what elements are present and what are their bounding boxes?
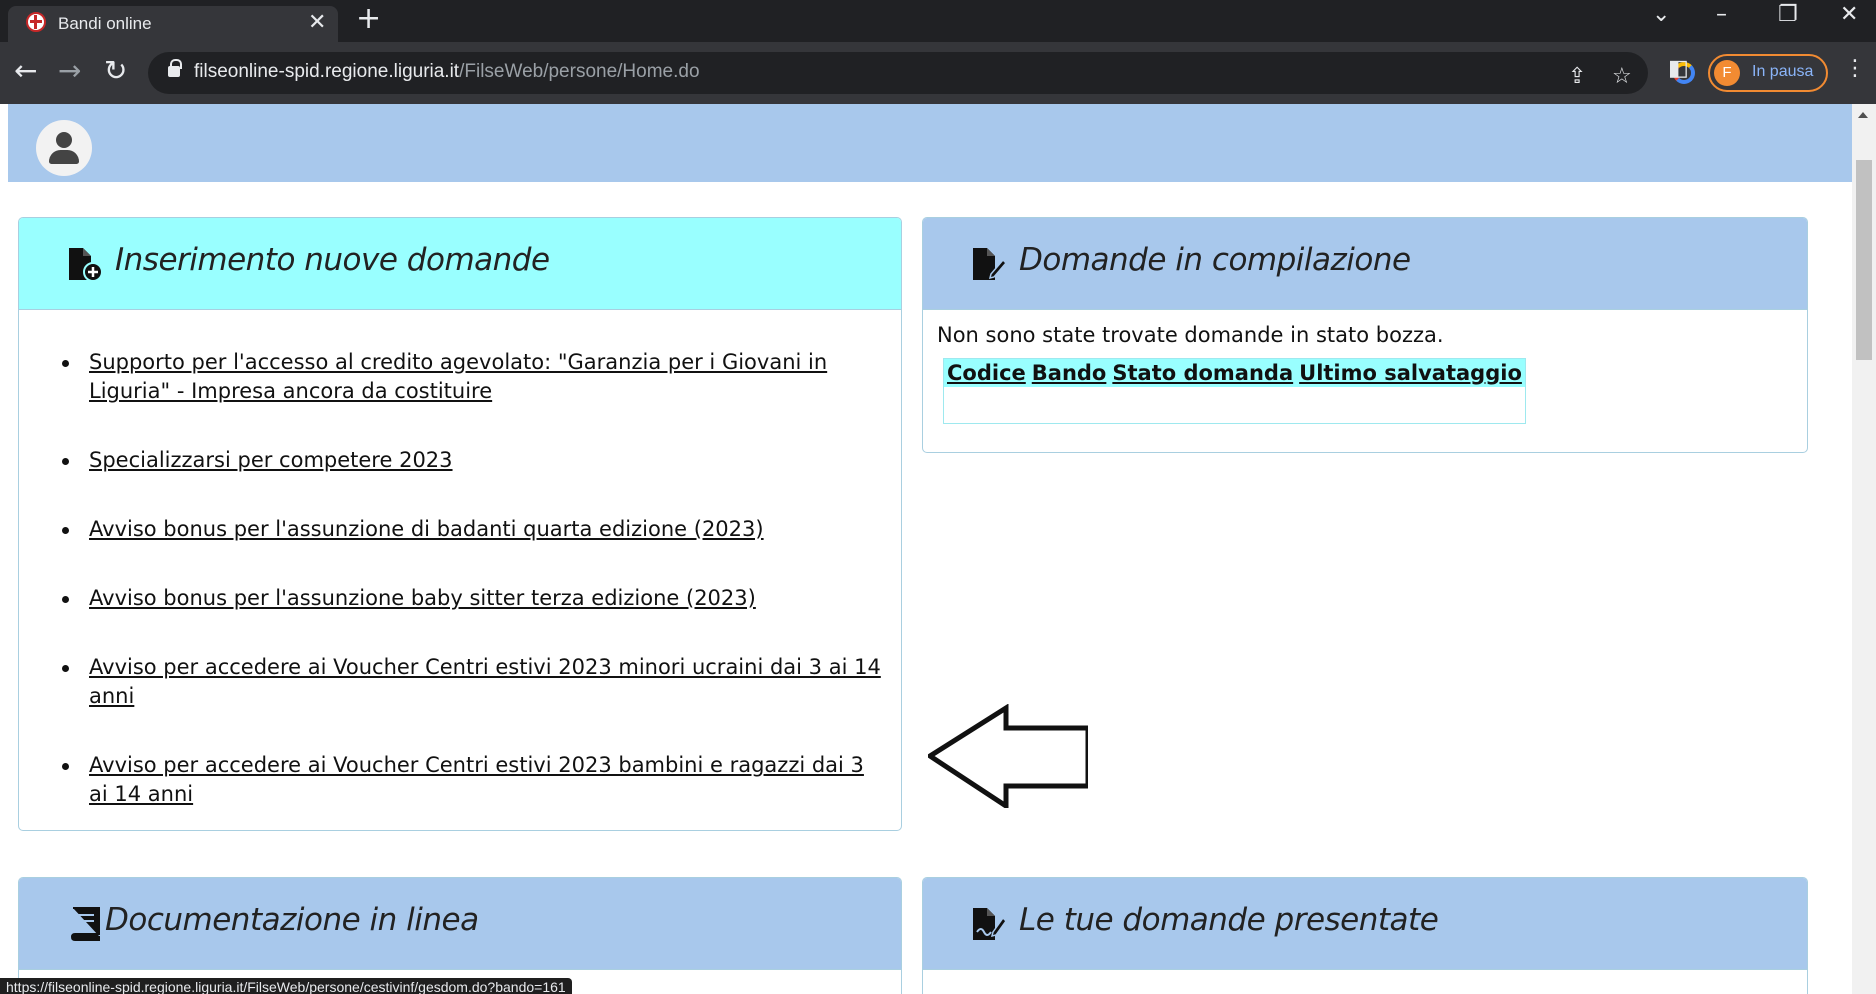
restore-window-icon[interactable]: ❐ <box>1778 2 1798 27</box>
forward-arrow-icon[interactable]: → <box>58 56 81 86</box>
page-header-band <box>8 104 1852 182</box>
application-link[interactable]: Avviso per accedere ai Voucher Centri es… <box>89 655 881 708</box>
column-header-stato-domanda[interactable]: Stato domanda <box>1109 358 1297 387</box>
link-status-bar: https://filseonline-spid.regione.liguria… <box>0 978 572 994</box>
file-edit-icon <box>973 248 1007 280</box>
browser-tab[interactable]: Bandi online ✕ <box>8 6 338 42</box>
drafts-table: Codice Bando Stato domanda Ultimo salvat… <box>943 358 1526 424</box>
in-progress-card: Domande in compilazione Non sono state t… <box>922 217 1808 453</box>
reload-icon[interactable]: ↻ <box>104 56 127 86</box>
browser-toolbar: ← → ↻ filseonline-spid.regione.liguria.i… <box>0 42 1876 104</box>
list-item: Avviso per accedere ai Voucher Centri es… <box>47 653 887 711</box>
scroll-up-icon[interactable] <box>1858 112 1868 118</box>
page-viewport: Inserimento nuove domande Supporto per l… <box>8 104 1852 994</box>
card-title: Documentazione in linea <box>105 902 479 938</box>
application-link[interactable]: Avviso bonus per l'assunzione baby sitte… <box>89 586 756 610</box>
column-header-ultimo-salvataggio[interactable]: Ultimo salvataggio <box>1296 358 1526 387</box>
book-icon <box>70 907 100 941</box>
new-applications-card: Inserimento nuove domande Supporto per l… <box>18 217 902 831</box>
close-window-icon[interactable]: ✕ <box>1840 2 1858 27</box>
submitted-card: Le tue domande presentate <box>922 877 1808 994</box>
side-panel-icon[interactable]: ◧ <box>1668 56 1689 81</box>
page-scrollbar[interactable] <box>1852 104 1876 994</box>
browser-menu-icon[interactable]: ⋮ <box>1844 56 1866 81</box>
url-text[interactable]: filseonline-spid.regione.liguria.it/Fils… <box>194 61 700 83</box>
application-link[interactable]: Avviso per accedere ai Voucher Centri es… <box>89 753 864 806</box>
empty-table-row <box>943 387 1526 423</box>
empty-drafts-message: Non sono state trovate domande in stato … <box>937 323 1444 347</box>
user-avatar-icon[interactable] <box>36 120 92 176</box>
address-bar[interactable]: filseonline-spid.regione.liguria.it/Fils… <box>148 52 1695 94</box>
application-link[interactable]: Specializzarsi per competere 2023 <box>89 448 453 472</box>
profile-avatar: F <box>1714 60 1740 86</box>
card-title: Inserimento nuove domande <box>115 242 550 278</box>
documentation-header: Documentazione in linea <box>19 878 901 970</box>
documentation-card: Documentazione in linea <box>18 877 902 994</box>
minimize-window-icon[interactable]: – <box>1716 2 1727 27</box>
new-applications-list: Supporto per l'accesso al credito agevol… <box>47 348 887 830</box>
back-arrow-icon[interactable]: ← <box>14 56 37 86</box>
card-title: Le tue domande presentate <box>1019 902 1439 938</box>
profile-button[interactable]: F In pausa <box>1708 54 1828 92</box>
card-title: Domande in compilazione <box>1019 242 1411 278</box>
list-item: Supporto per l'accesso al credito agevol… <box>47 348 887 406</box>
regione-liguria-favicon-icon <box>26 12 46 32</box>
browser-tab-strip: Bandi online ✕ + ⌄ – ❐ ✕ <box>0 0 1876 42</box>
tab-search-chevron-icon[interactable]: ⌄ <box>1652 2 1670 27</box>
profile-status: In pausa <box>1752 63 1814 80</box>
column-header-bando[interactable]: Bando <box>1028 358 1110 387</box>
lock-icon[interactable] <box>168 59 182 77</box>
share-icon[interactable]: ⇪ <box>1568 64 1586 89</box>
scrollbar-thumb[interactable] <box>1856 160 1872 360</box>
new-applications-header: Inserimento nuove domande <box>19 218 901 310</box>
bookmark-star-icon[interactable]: ☆ <box>1612 64 1632 89</box>
application-link[interactable]: Avviso bonus per l'assunzione di badanti… <box>89 517 764 541</box>
submitted-header: Le tue domande presentate <box>923 878 1807 970</box>
list-item: Avviso per accedere ai Voucher Centri es… <box>47 751 887 809</box>
tab-close-icon[interactable]: ✕ <box>308 10 326 35</box>
new-tab-button[interactable]: + <box>356 4 381 34</box>
in-progress-header: Domande in compilazione <box>923 218 1807 310</box>
tab-title: Bandi online <box>58 14 152 33</box>
file-add-icon <box>69 248 103 282</box>
list-item: Avviso bonus per l'assunzione baby sitte… <box>47 584 887 613</box>
list-item: Avviso bonus per l'assunzione di badanti… <box>47 515 887 544</box>
left-arrow-annotation-icon <box>928 704 1088 808</box>
column-header-codice[interactable]: Codice <box>943 358 1029 387</box>
application-link[interactable]: Supporto per l'accesso al credito agevol… <box>89 350 827 403</box>
file-signature-icon <box>973 908 1007 940</box>
list-item: Specializzarsi per competere 2023 <box>47 446 887 475</box>
